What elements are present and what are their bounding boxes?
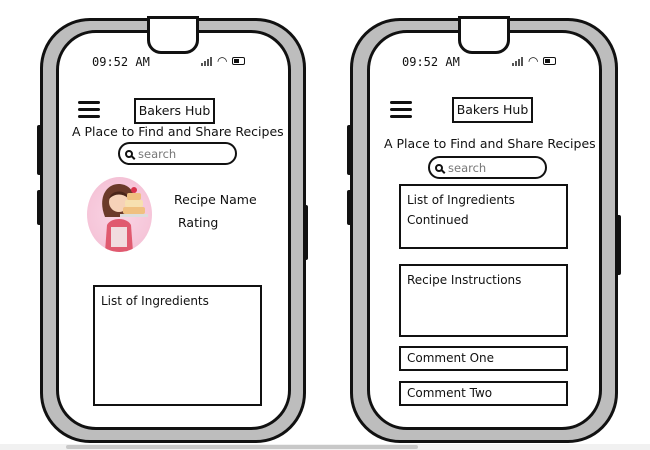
brand-logo-box[interactable]: Bakers Hub [452, 97, 533, 123]
ingredients-box: List of Ingredients [93, 285, 262, 406]
comment-two-label: Comment Two [407, 386, 493, 400]
status-time: 09:52 AM [92, 55, 150, 69]
menu-icon[interactable] [390, 101, 412, 119]
battery-icon [232, 57, 246, 65]
ingredients-continued-box: List of Ingredients Continued [399, 184, 568, 249]
ingredients-continued-line2: Continued [407, 213, 469, 227]
signal-icon [512, 56, 523, 66]
search-input[interactable] [138, 146, 218, 161]
search-bar[interactable] [118, 142, 237, 165]
baker-avatar-image [87, 177, 152, 252]
status-icons: ◠ [201, 54, 246, 68]
search-icon [435, 163, 443, 172]
comment-two-box[interactable]: Comment Two [399, 381, 568, 406]
ingredients-continued-line1: List of Ingredients [407, 193, 515, 207]
signal-icon [201, 56, 212, 66]
phone-notch [458, 16, 510, 54]
wifi-icon: ◠ [528, 54, 539, 68]
search-bar[interactable] [428, 156, 547, 179]
wifi-icon: ◠ [217, 54, 228, 68]
comment-one-label: Comment One [407, 351, 495, 365]
ingredients-box-label: List of Ingredients [101, 294, 209, 308]
menu-icon[interactable] [78, 101, 100, 119]
search-icon [125, 149, 133, 158]
status-time: 09:52 AM [402, 55, 460, 69]
recipe-instructions-label: Recipe Instructions [407, 273, 522, 287]
brand-logo-box[interactable]: Bakers Hub [134, 98, 215, 124]
phone-notch [147, 16, 199, 54]
recipe-name-label: Recipe Name [174, 192, 257, 207]
status-icons: ◠ [512, 54, 557, 68]
baker-illustration [102, 183, 148, 252]
rating-label: Rating [178, 215, 219, 230]
tagline: A Place to Find and Share Recipes [384, 136, 596, 151]
battery-icon [543, 57, 557, 65]
search-input[interactable] [448, 160, 528, 175]
horizontal-scrollbar-thumb[interactable] [66, 445, 418, 449]
tagline: A Place to Find and Share Recipes [72, 124, 284, 139]
recipe-instructions-box: Recipe Instructions [399, 264, 568, 337]
comment-one-box[interactable]: Comment One [399, 346, 568, 371]
